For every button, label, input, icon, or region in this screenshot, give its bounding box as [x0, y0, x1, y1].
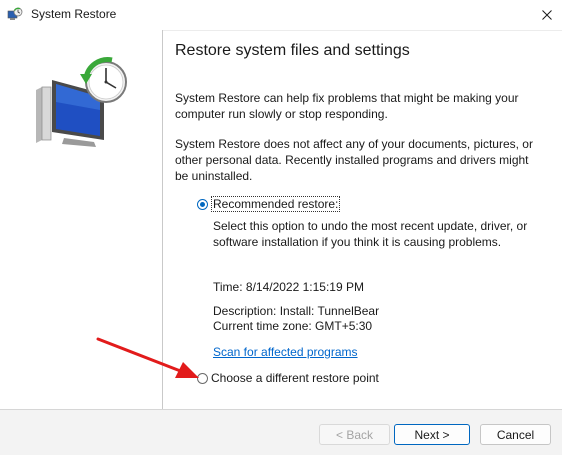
different-restore-point-option[interactable]: Choose a different restore point [197, 371, 379, 385]
wizard-footer: < Back Next > Cancel [0, 409, 562, 455]
notice-text: System Restore does not affect any of yo… [175, 137, 533, 183]
system-restore-icon [7, 7, 23, 23]
title-bar: System Restore [0, 0, 562, 31]
scan-affected-programs-link[interactable]: Scan for affected programs [213, 345, 358, 359]
intro-text: System Restore can help fix problems tha… [175, 91, 519, 121]
recommended-restore-radio[interactable] [197, 198, 208, 210]
different-restore-point-label: Choose a different restore point [211, 371, 379, 385]
next-button[interactable]: Next > [394, 424, 470, 445]
recommended-restore-option[interactable]: Recommended restore: [197, 196, 341, 212]
restore-timezone: Current time zone: GMT+5:30 [213, 319, 373, 333]
close-button[interactable] [532, 0, 562, 30]
system-restore-illustration [36, 57, 127, 147]
recommended-restore-label: Recommended restore: [211, 196, 341, 212]
red-arrow-annotation [96, 337, 199, 378]
close-icon [542, 10, 552, 20]
page-title: Restore system files and settings [175, 42, 410, 59]
cancel-button[interactable]: Cancel [480, 424, 551, 445]
recommended-restore-description: Select this option to undo the most rece… [213, 219, 528, 249]
restore-time: Time: 8/14/2022 1:15:19 PM [213, 280, 364, 294]
window-title: System Restore [31, 7, 117, 21]
restore-description: Description: Install: TunnelBear [213, 304, 380, 318]
back-button[interactable]: < Back [319, 424, 390, 445]
